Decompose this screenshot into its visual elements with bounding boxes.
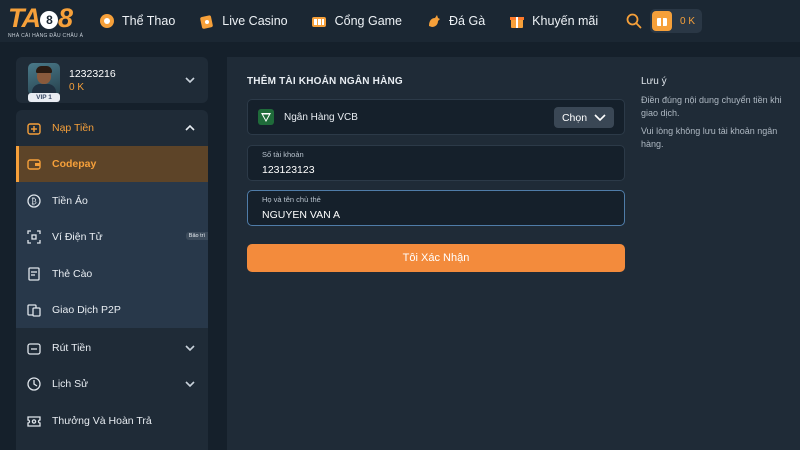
withdraw-icon	[26, 340, 42, 356]
scratch-card-icon	[26, 266, 42, 282]
nav-item-game-portal[interactable]: Cổng Game	[311, 13, 402, 30]
profile-balance: 0 K	[69, 82, 85, 93]
nav-item-live-casino[interactable]: Live Casino	[198, 13, 288, 30]
profile-card[interactable]: VIP 1 12323216 0 K	[16, 57, 208, 103]
nav-item-cockfight[interactable]: Đá Gà	[425, 13, 485, 30]
sidebar-item-label: Rút Tiền	[52, 342, 92, 354]
sidebar-item-p2p[interactable]: Giao Dịch P2P	[16, 292, 208, 328]
account-number-input[interactable]	[262, 163, 602, 177]
soccer-ball-icon	[98, 13, 115, 30]
bank-logo-icon	[258, 109, 274, 125]
sidebar-item-rewards[interactable]: Thưởng Và Hoàn Trả	[16, 403, 208, 439]
note-item: Điền đúng nội dung chuyển tiền khi giao …	[641, 95, 782, 118]
choose-bank-button[interactable]: Chọn	[554, 107, 614, 128]
wallet-icon	[26, 156, 42, 172]
account-number-label: Số tài khoản	[262, 150, 304, 159]
logo-text: TA 8 8	[8, 3, 73, 33]
rooster-icon	[425, 13, 442, 30]
sidebar-item-crypto[interactable]: ₿ Tiền Ảo	[16, 183, 208, 219]
maintenance-badge: Bảo trì	[185, 232, 208, 240]
search-icon[interactable]	[625, 12, 643, 30]
chevron-down-icon	[184, 378, 196, 390]
game-portal-icon	[311, 13, 328, 30]
chevron-down-icon	[184, 342, 196, 354]
sidebar-item-label: Thưởng Và Hoàn Trả	[52, 415, 152, 427]
crypto-coin-icon: ₿	[26, 193, 42, 209]
nav-item-sports[interactable]: Thể Thao	[98, 13, 175, 30]
sidebar-menu: Nạp Tiền Codepay ₿ Tiền Ảo Ví Điện Tử Bả…	[16, 110, 208, 450]
wallet-icon	[652, 11, 672, 31]
vip-badge: VIP 1	[28, 93, 60, 102]
nav-item-label: Đá Gà	[449, 14, 486, 28]
qr-scan-icon	[26, 229, 42, 245]
note-item: Vui lòng không lưu tài khoản ngân hàng.	[641, 126, 778, 149]
holder-name-field[interactable]: Họ và tên chủ thẻ	[247, 190, 625, 226]
choose-bank-label: Chọn	[561, 111, 588, 124]
card-icon	[198, 13, 215, 30]
chevron-up-icon	[184, 122, 196, 134]
svg-text:₿: ₿	[31, 196, 37, 206]
sidebar-item-label: Codepay	[52, 158, 97, 170]
avatar	[28, 63, 60, 95]
account-number-field[interactable]: Số tài khoản	[247, 145, 625, 181]
sidebar-item-label: Tiền Ảo	[52, 195, 88, 207]
nav-item-label: Khuyến mãi	[532, 14, 599, 28]
p2p-transfer-icon	[26, 302, 42, 318]
logo-tagline: NHÀ CÁI HÀNG ĐẦU CHÂU Á	[8, 33, 84, 39]
page-title: THÊM TÀI KHOẢN NGÂN HÀNG	[247, 76, 403, 87]
confirm-button[interactable]: Tôi Xác Nhận	[247, 244, 625, 272]
holder-name-label: Họ và tên chủ thẻ	[262, 195, 321, 204]
top-header: TA 8 8 NHÀ CÁI HÀNG ĐẦU CHÂU Á Thể Thao Li…	[0, 0, 800, 42]
sidebar-item-label: Thẻ Cào	[52, 268, 93, 280]
sidebar-item-label: Lịch Sử	[52, 378, 89, 390]
bank-select-row[interactable]: Ngân Hàng VCB Chọn	[247, 99, 625, 135]
chevron-down-icon[interactable]	[184, 73, 196, 85]
notes-title: Lưu ý	[641, 76, 667, 87]
brand-logo[interactable]: TA 8 8 NHÀ CÁI HÀNG ĐẦU CHÂU Á	[8, 4, 90, 40]
reward-ticket-icon	[26, 413, 42, 429]
bank-name: Ngân Hàng VCB	[284, 111, 358, 123]
nav-item-label: Live Casino	[222, 14, 288, 28]
nav-item-label: Cổng Game	[334, 14, 403, 28]
wallet-balance-value: 0 K	[680, 15, 696, 27]
nav-item-promotions[interactable]: Khuyến mãi	[508, 13, 598, 30]
sidebar-item-e-wallet[interactable]: Ví Điện Tử Bảo trì	[16, 219, 208, 255]
gift-icon	[508, 13, 525, 30]
sidebar-item-label: Ví Điện Tử	[52, 231, 103, 243]
nav-item-label: Thể Thao	[122, 14, 176, 28]
sidebar-item-label: Giao Dịch P2P	[52, 304, 121, 316]
sidebar-item-label: Nạp Tiền	[52, 122, 95, 134]
add-bank-panel: THÊM TÀI KHOẢN NGÂN HÀNG Ngân Hàng VCB C…	[227, 57, 800, 450]
wallet-balance-button[interactable]: 0 K	[650, 9, 702, 33]
history-icon	[26, 376, 42, 392]
main-nav: Thể Thao Live Casino Cổng Game Đá Gà Khu…	[98, 0, 621, 42]
chevron-down-icon	[594, 113, 606, 121]
username: 12323216	[69, 68, 116, 80]
sidebar-item-deposit[interactable]: Nạp Tiền	[16, 110, 208, 146]
sidebar-item-withdraw[interactable]: Rút Tiền	[16, 330, 208, 366]
sidebar-item-scratch-card[interactable]: Thẻ Cào	[16, 256, 208, 292]
deposit-icon	[26, 120, 42, 136]
sidebar-item-codepay[interactable]: Codepay	[16, 146, 208, 182]
holder-name-input[interactable]	[262, 208, 602, 222]
sidebar-item-history[interactable]: Lịch Sử	[16, 366, 208, 402]
